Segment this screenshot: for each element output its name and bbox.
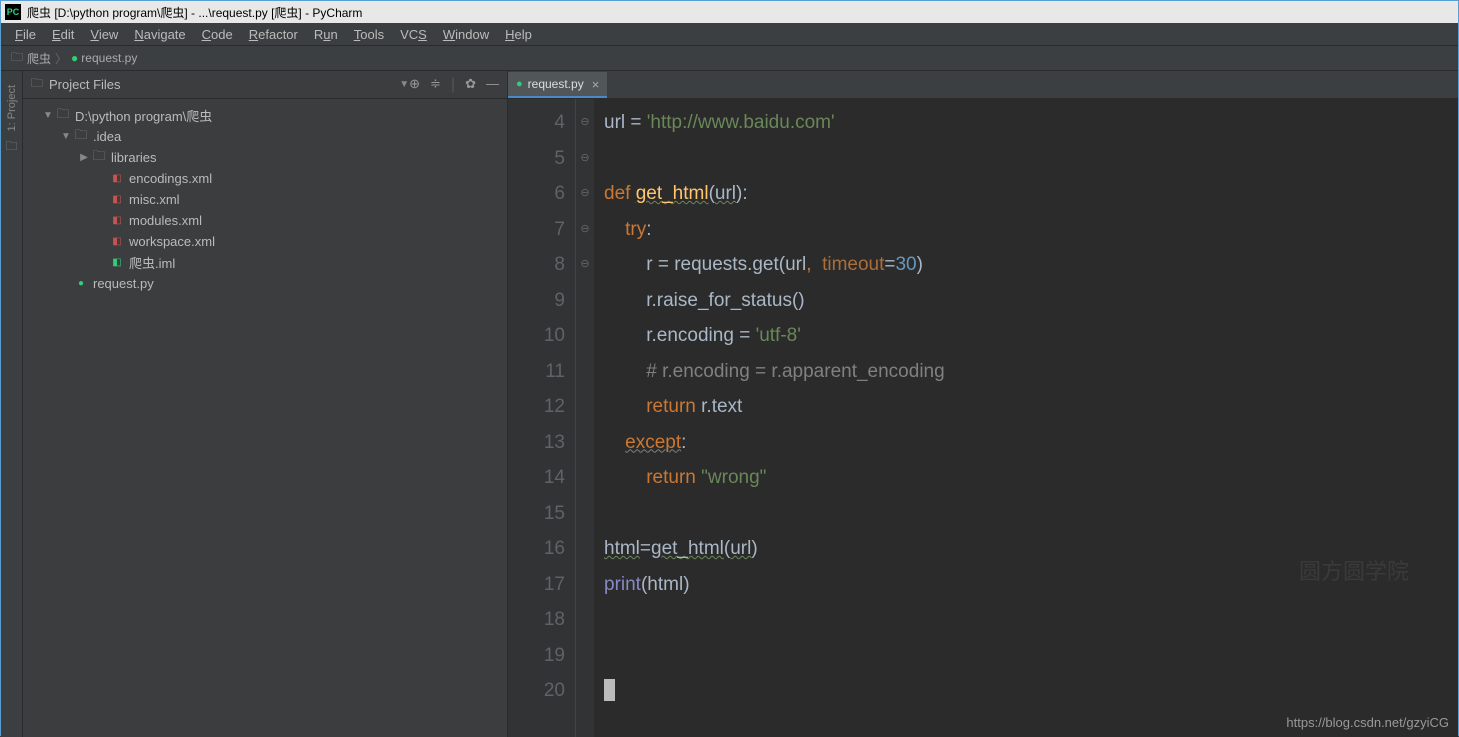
menu-file[interactable]: File <box>7 25 44 44</box>
folder-icon: 🗀 <box>91 147 107 169</box>
folder-icon: 🗀 <box>73 126 89 148</box>
chevron-right-icon[interactable]: ▶ <box>77 152 91 163</box>
menu-code[interactable]: Code <box>194 25 241 44</box>
folder-icon: 🗀 <box>11 48 23 69</box>
breadcrumb-folder[interactable]: 爬虫 <box>27 50 51 67</box>
tool-window-bar: 1: Project 🗀 <box>1 71 23 737</box>
tree-file[interactable]: ◧encodings.xml <box>23 168 507 189</box>
editor-tab[interactable]: ● request.py × <box>508 72 607 98</box>
folder-icon: 🗀 <box>5 137 17 158</box>
menu-bar: File Edit View Navigate Code Refactor Ru… <box>1 23 1458 46</box>
tab-label: request.py <box>528 77 584 91</box>
breadcrumb-file[interactable]: request.py <box>81 51 137 65</box>
tree-idea-folder[interactable]: ▼ 🗀 .idea <box>23 126 507 147</box>
menu-view[interactable]: View <box>82 25 126 44</box>
menu-vcs[interactable]: VCS <box>392 25 435 44</box>
menu-run[interactable]: Run <box>306 25 346 44</box>
minimize-icon[interactable]: — <box>486 76 499 94</box>
fold-gutter: ⊖⊖⊖⊖⊖ <box>576 99 594 737</box>
xml-icon: ◧ <box>109 236 125 247</box>
xml-icon: ◧ <box>109 173 125 184</box>
locate-icon[interactable]: ⊕ <box>409 76 420 94</box>
breadcrumb-separator: 〉 <box>55 50 67 67</box>
chevron-down-icon[interactable]: ▼ <box>41 110 55 121</box>
chevron-down-icon[interactable]: ▼ <box>59 131 73 142</box>
tree-root[interactable]: ▼ 🗀 D:\python program\爬虫 <box>23 105 507 126</box>
menu-navigate[interactable]: Navigate <box>126 25 193 44</box>
tree-libraries[interactable]: ▶ 🗀 libraries <box>23 147 507 168</box>
menu-tools[interactable]: Tools <box>346 25 392 44</box>
line-gutter: 4567891011121314151617181920 <box>508 99 576 737</box>
project-tool-label[interactable]: 1: Project <box>6 85 18 131</box>
editor-tab-bar: ● request.py × <box>508 71 1458 99</box>
close-icon[interactable]: × <box>592 77 600 92</box>
pycharm-icon: PC <box>5 4 21 20</box>
python-icon: ● <box>71 51 78 65</box>
tree-file[interactable]: ◧workspace.xml <box>23 231 507 252</box>
python-icon: ● <box>73 278 89 289</box>
menu-help[interactable]: Help <box>497 25 540 44</box>
project-tree: ▼ 🗀 D:\python program\爬虫 ▼ 🗀 .idea ▶ 🗀 l… <box>23 99 507 300</box>
folder-icon: 🗀 <box>31 74 43 95</box>
menu-edit[interactable]: Edit <box>44 25 82 44</box>
title-bar: PC 爬虫 [D:\python program\爬虫] - ...\reque… <box>1 1 1458 23</box>
python-icon: ● <box>516 78 523 90</box>
tree-file[interactable]: ◧misc.xml <box>23 189 507 210</box>
tree-file[interactable]: ◧modules.xml <box>23 210 507 231</box>
xml-icon: ◧ <box>109 194 125 205</box>
xml-icon: ◧ <box>109 215 125 226</box>
iml-icon: ◧ <box>109 257 125 268</box>
window-title: 爬虫 [D:\python program\爬虫] - ...\request.… <box>27 4 362 21</box>
project-header-title[interactable]: Project Files <box>49 77 395 92</box>
tree-iml[interactable]: ◧爬虫.iml <box>23 252 507 273</box>
editor: ● request.py × 4567891011121314151617181… <box>508 71 1458 737</box>
tree-request-py[interactable]: ●request.py <box>23 273 507 294</box>
menu-window[interactable]: Window <box>435 25 497 44</box>
project-header: 🗀 Project Files ▼ ⊕ ≑ | ✿ — <box>23 71 507 99</box>
folder-icon: 🗀 <box>55 105 71 127</box>
collapse-icon[interactable]: ≑ <box>430 76 441 94</box>
menu-refactor[interactable]: Refactor <box>241 25 306 44</box>
gear-icon[interactable]: ✿ <box>465 76 476 94</box>
project-panel: 🗀 Project Files ▼ ⊕ ≑ | ✿ — ▼ 🗀 D:\pytho… <box>23 71 508 737</box>
chevron-down-icon[interactable]: ▼ <box>399 79 409 90</box>
code-area[interactable]: url = 'http://www.baidu.com' def get_htm… <box>594 99 1458 737</box>
breadcrumb: 🗀 爬虫 〉 ● request.py <box>1 46 1458 71</box>
editor-body[interactable]: 4567891011121314151617181920 ⊖⊖⊖⊖⊖ url =… <box>508 99 1458 737</box>
